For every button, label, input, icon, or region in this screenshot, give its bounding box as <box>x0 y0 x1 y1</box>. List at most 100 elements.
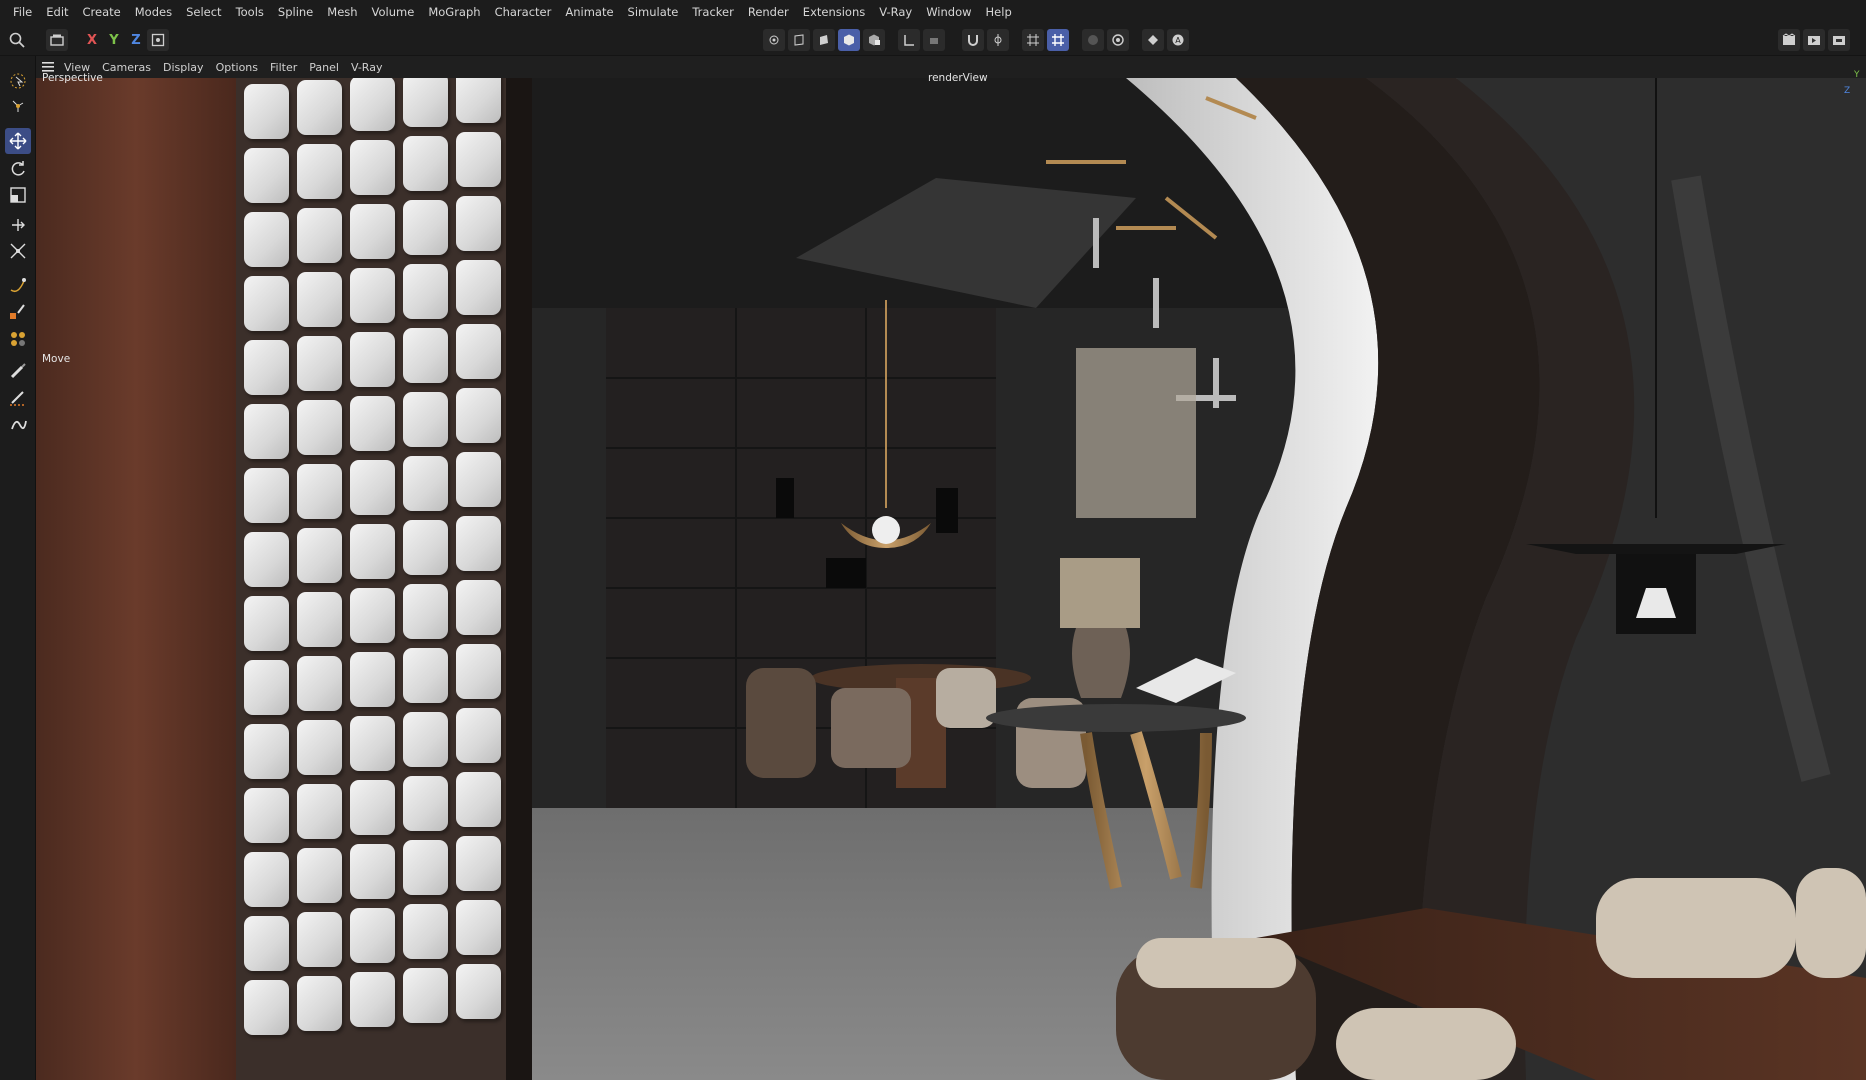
transfer-tool-icon[interactable] <box>5 212 31 238</box>
axis-y-toggle[interactable]: Y <box>103 33 125 48</box>
menu-extensions[interactable]: Extensions <box>796 0 872 24</box>
viewport-menu-panel[interactable]: Panel <box>303 61 345 74</box>
tile <box>350 524 395 579</box>
tile <box>297 336 342 391</box>
quantize-icon[interactable] <box>1047 29 1069 51</box>
menu-window[interactable]: Window <box>919 0 978 24</box>
render-settings-icon[interactable] <box>1107 29 1129 51</box>
tile <box>244 84 289 139</box>
tile <box>244 852 289 907</box>
points-mode-icon[interactable] <box>763 29 785 51</box>
texture-mode-icon[interactable] <box>863 29 885 51</box>
render-scene[interactable] <box>36 71 1866 1080</box>
tile <box>403 712 448 767</box>
tile <box>297 272 342 327</box>
tile <box>297 208 342 263</box>
svg-text:A: A <box>1175 36 1181 45</box>
viewport-menu-cameras[interactable]: Cameras <box>96 61 157 74</box>
viewport-menu-filter[interactable]: Filter <box>264 61 303 74</box>
menu-character[interactable]: Character <box>488 0 559 24</box>
axis-snap-icon[interactable] <box>987 29 1009 51</box>
tile <box>244 276 289 331</box>
transform-tool-icon[interactable] <box>5 238 31 264</box>
tile <box>297 784 342 839</box>
tile <box>244 660 289 715</box>
tile <box>297 720 342 775</box>
tile <box>350 844 395 899</box>
scale-tool-icon[interactable] <box>5 182 31 208</box>
knife-tool-icon[interactable] <box>5 384 31 410</box>
tile-screen <box>236 78 506 1080</box>
workplane-icon[interactable] <box>898 29 920 51</box>
tile <box>297 144 342 199</box>
tile <box>403 584 448 639</box>
tile <box>350 460 395 515</box>
menu-bar: File Edit Create Modes Select Tools Spline Mesh… <box>0 0 1866 24</box>
select-tool-icon[interactable] <box>5 68 31 94</box>
workplane-lock-icon[interactable] <box>923 29 945 51</box>
menu-tools[interactable]: Tools <box>229 0 271 24</box>
menu-mesh[interactable]: Mesh <box>320 0 364 24</box>
tile <box>456 452 501 507</box>
menu-modes[interactable]: Modes <box>128 0 179 24</box>
menu-render[interactable]: Render <box>741 0 796 24</box>
model-mode-icon[interactable] <box>838 29 860 51</box>
viewport-menu-v-ray[interactable]: V-Ray <box>345 61 389 74</box>
render-to-picture-viewer-icon[interactable] <box>1803 29 1825 51</box>
magnet-tool-icon[interactable] <box>5 412 31 438</box>
menu-help[interactable]: Help <box>979 0 1019 24</box>
axis-gizmo-z: Z <box>1844 86 1851 96</box>
vray-asset-icon[interactable]: A <box>1167 29 1189 51</box>
menu-spline[interactable]: Spline <box>271 0 320 24</box>
axis-z-toggle[interactable]: Z <box>125 33 147 48</box>
sketch-tool-icon[interactable] <box>5 298 31 324</box>
select-children-icon[interactable] <box>5 94 31 120</box>
tile <box>456 388 501 443</box>
menu-animate[interactable]: Animate <box>558 0 620 24</box>
brush-tool-icon[interactable] <box>5 358 31 384</box>
tile <box>244 468 289 523</box>
tile <box>403 904 448 959</box>
menu-tracker[interactable]: Tracker <box>685 0 741 24</box>
tile <box>456 836 501 891</box>
tile <box>403 968 448 1023</box>
tile <box>456 708 501 763</box>
tile <box>350 78 395 131</box>
tile <box>403 264 448 319</box>
menu-file[interactable]: File <box>6 0 39 24</box>
render-view-label: renderView <box>928 72 988 84</box>
viewport-menu-options[interactable]: Options <box>210 61 264 74</box>
menu-edit[interactable]: Edit <box>39 0 75 24</box>
move-tool-icon[interactable] <box>5 128 31 154</box>
tile <box>403 456 448 511</box>
grid-snap-icon[interactable] <box>1022 29 1044 51</box>
magnet-snap-icon[interactable] <box>962 29 984 51</box>
viewport-panel[interactable]: View Cameras Display Options Filter Panel V-Ra… <box>36 56 1866 1080</box>
paint-tool-icon[interactable] <box>5 326 31 352</box>
polygons-mode-icon[interactable] <box>813 29 835 51</box>
axis-x-toggle[interactable]: X <box>81 33 103 48</box>
viewport-menu-display[interactable]: Display <box>157 61 210 74</box>
menu-create[interactable]: Create <box>76 0 128 24</box>
vray-material-icon[interactable] <box>1142 29 1164 51</box>
tile <box>244 404 289 459</box>
edges-mode-icon[interactable] <box>788 29 810 51</box>
tile <box>244 212 289 267</box>
menu-mograph[interactable]: MoGraph <box>421 0 487 24</box>
menu-volume[interactable]: Volume <box>365 0 422 24</box>
menu-select[interactable]: Select <box>179 0 228 24</box>
spline-pen-icon[interactable] <box>5 272 31 298</box>
search-icon[interactable] <box>3 29 31 51</box>
render-queue-icon[interactable] <box>1828 29 1850 51</box>
tile <box>456 324 501 379</box>
tile <box>350 908 395 963</box>
rotate-tool-icon[interactable] <box>5 156 31 182</box>
coordinate-system-icon[interactable] <box>147 29 169 51</box>
tile <box>244 980 289 1035</box>
tile <box>350 268 395 323</box>
render-region-icon[interactable] <box>1082 29 1104 51</box>
menu-simulate[interactable]: Simulate <box>621 0 686 24</box>
menu-v-ray[interactable]: V-Ray <box>872 0 919 24</box>
render-view-icon[interactable] <box>1778 29 1800 51</box>
undo-stack-icon[interactable] <box>46 29 68 51</box>
